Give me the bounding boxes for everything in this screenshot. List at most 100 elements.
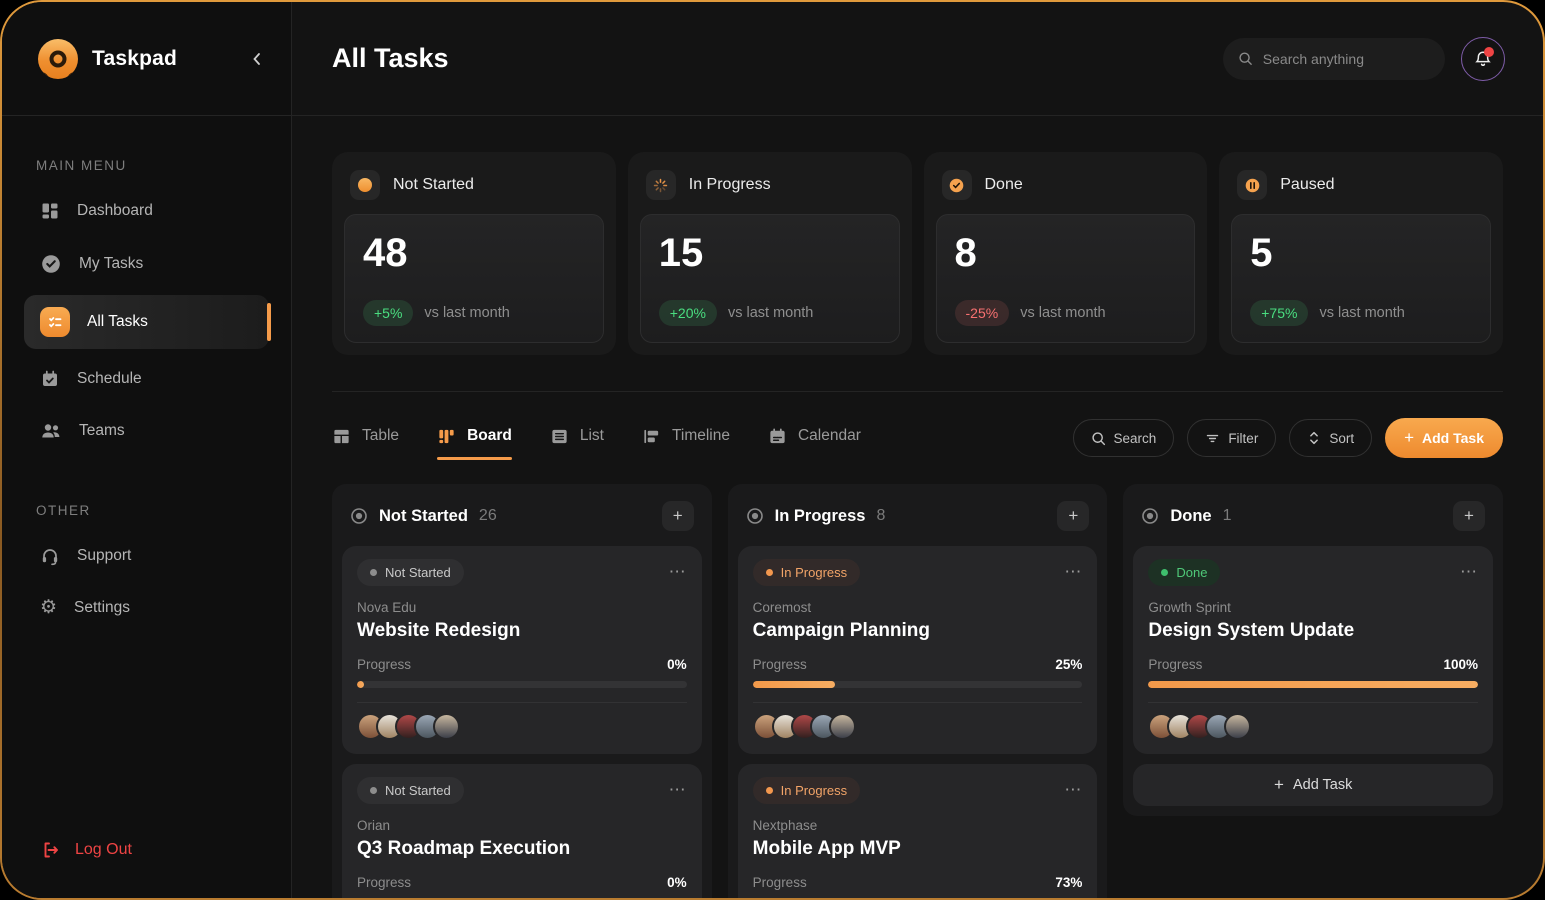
tab-timeline[interactable]: Timeline: [642, 427, 730, 460]
delta-badge: -25%: [955, 300, 1010, 326]
task-card[interactable]: Done ⋯ Growth Sprint Design System Updat…: [1133, 546, 1493, 754]
table-icon: [332, 427, 351, 446]
sort-button[interactable]: Sort: [1289, 419, 1372, 457]
sidebar-item-support[interactable]: Support: [24, 534, 269, 578]
stat-card-done: Done 8 -25% vs last month: [924, 152, 1208, 355]
tab-board[interactable]: Board: [437, 427, 512, 460]
list-icon: [550, 427, 569, 446]
taskpad-logo-icon: [38, 39, 78, 79]
app-name: Taskpad: [92, 47, 177, 71]
card-company: Orian: [357, 818, 687, 833]
avatar: [829, 713, 856, 740]
sidebar-item-settings[interactable]: ⚙ Settings: [24, 586, 269, 629]
column-not-started: Not Started 26 + Not Started ⋯ Nova Ed: [332, 484, 712, 898]
avatar: [1224, 713, 1251, 740]
card-company: Growth Sprint: [1148, 600, 1478, 615]
card-menu-button[interactable]: ⋯: [669, 777, 687, 798]
search-icon: [1238, 50, 1253, 67]
logout-icon: [40, 840, 60, 860]
sidebar-item-my-tasks[interactable]: My Tasks: [24, 241, 269, 287]
sidebar-item-schedule[interactable]: Schedule: [24, 357, 269, 401]
status-dot-icon: [766, 569, 773, 576]
check-circle-icon: [40, 253, 62, 275]
stat-value: 15: [659, 231, 881, 276]
notifications-button[interactable]: [1461, 37, 1505, 81]
card-title: Design System Update: [1148, 620, 1478, 642]
sidebar-item-label: Support: [77, 547, 131, 565]
column-title: In Progress: [775, 507, 866, 526]
stat-value: 48: [363, 231, 585, 276]
card-company: Nextphase: [753, 818, 1083, 833]
tab-list[interactable]: List: [550, 427, 604, 460]
sidebar-item-dashboard[interactable]: Dashboard: [24, 189, 269, 233]
tab-table[interactable]: Table: [332, 427, 399, 460]
spinner-icon: [646, 170, 676, 200]
filter-button[interactable]: Filter: [1187, 419, 1276, 457]
column-add-button[interactable]: +: [1057, 501, 1089, 531]
column-in-progress: In Progress 8 + In Progress ⋯ Coremost: [728, 484, 1108, 898]
sidebar-item-all-tasks[interactable]: All Tasks: [24, 295, 269, 349]
tab-calendar[interactable]: Calendar: [768, 427, 861, 460]
add-task-button[interactable]: + Add Task: [1385, 418, 1503, 458]
status-dot-icon: [370, 569, 377, 576]
assignees: [1148, 702, 1478, 746]
status-badge: Not Started: [357, 559, 464, 586]
logout-button[interactable]: Log Out: [2, 840, 291, 898]
app-frame: Taskpad MAIN MENU Dashboard My Tasks: [0, 0, 1545, 900]
board-search-button[interactable]: Search: [1073, 419, 1175, 457]
notification-dot: [1484, 47, 1494, 57]
main-menu-label: MAIN MENU: [36, 158, 257, 173]
assignees: [753, 702, 1083, 746]
card-title: Website Redesign: [357, 620, 687, 642]
progress-value: 0%: [667, 875, 687, 890]
progress-label: Progress: [753, 875, 807, 890]
radio-icon: [746, 507, 764, 525]
column-done: Done 1 + Done ⋯ Growth Sprint: [1123, 484, 1503, 816]
check-circle-icon: [942, 170, 972, 200]
status-badge: In Progress: [753, 559, 860, 586]
progress-label: Progress: [357, 657, 411, 672]
sidebar-item-teams[interactable]: Teams: [24, 409, 269, 453]
task-card[interactable]: Not Started ⋯ Orian Q3 Roadmap Execution…: [342, 764, 702, 898]
delta-badge: +75%: [1250, 300, 1308, 326]
card-title: Mobile App MVP: [753, 838, 1083, 860]
kanban-icon: [437, 427, 456, 446]
gear-icon: ⚙: [40, 598, 57, 617]
card-menu-button[interactable]: ⋯: [1460, 559, 1478, 580]
kanban-board: Not Started 26 + Not Started ⋯ Nova Ed: [332, 484, 1503, 898]
sidebar-item-label: Settings: [74, 599, 130, 617]
card-title: Campaign Planning: [753, 620, 1083, 642]
column-add-button[interactable]: +: [1453, 501, 1485, 531]
progress-bar: [1148, 681, 1478, 688]
column-add-task-button[interactable]: + Add Task: [1133, 764, 1493, 806]
status-badge: In Progress: [753, 777, 860, 804]
sort-icon: [1307, 430, 1321, 446]
dot-icon: [350, 170, 380, 200]
status-dot-icon: [1161, 569, 1168, 576]
task-card[interactable]: In Progress ⋯ Nextphase Mobile App MVP P…: [738, 764, 1098, 898]
status-badge: Not Started: [357, 777, 464, 804]
column-add-button[interactable]: +: [662, 501, 694, 531]
progress-label: Progress: [357, 875, 411, 890]
page-title: All Tasks: [332, 43, 449, 74]
card-company: Nova Edu: [357, 600, 687, 615]
search-input[interactable]: [1263, 51, 1430, 67]
calendar-check-icon: [40, 369, 60, 389]
sidebar-item-label: All Tasks: [87, 313, 148, 331]
task-card[interactable]: In Progress ⋯ Coremost Campaign Planning…: [738, 546, 1098, 754]
card-menu-button[interactable]: ⋯: [1064, 777, 1082, 798]
search-bar[interactable]: [1223, 38, 1445, 80]
plus-icon: +: [1274, 775, 1284, 795]
progress-label: Progress: [1148, 657, 1202, 672]
section-divider: [332, 391, 1503, 392]
topbar: All Tasks: [292, 2, 1543, 116]
card-menu-button[interactable]: ⋯: [1064, 559, 1082, 580]
sidebar-collapse-button[interactable]: [249, 51, 265, 67]
dashboard-icon: [40, 201, 60, 221]
card-menu-button[interactable]: ⋯: [669, 559, 687, 580]
progress-value: 0%: [667, 657, 687, 672]
search-icon: [1091, 431, 1106, 446]
sidebar-item-label: Schedule: [77, 370, 142, 388]
task-card[interactable]: Not Started ⋯ Nova Edu Website Redesign …: [342, 546, 702, 754]
progress-value: 100%: [1443, 657, 1478, 672]
